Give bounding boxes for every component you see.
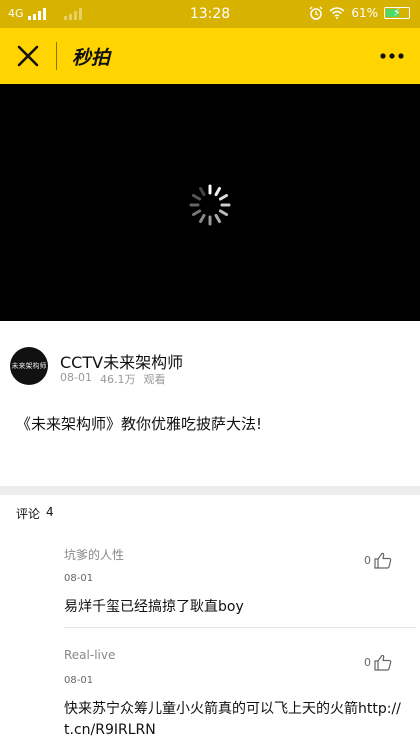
like-count: 0	[364, 554, 371, 567]
video-player[interactable]	[0, 84, 420, 321]
publish-date: 08-01	[60, 371, 92, 384]
more-icon[interactable]	[378, 46, 406, 66]
comment-date: 08-01	[64, 573, 94, 584]
view-count-label: 观看	[143, 373, 166, 386]
close-icon[interactable]	[14, 42, 42, 70]
channel-name[interactable]: CCTV未来架构师	[60, 349, 183, 373]
comment-user[interactable]: Real-live	[64, 648, 115, 662]
charging-bolt-icon: ⚡	[393, 6, 401, 19]
avatar[interactable]: 未来架构师	[10, 347, 48, 385]
comment-user[interactable]: 坑爹的人性	[64, 546, 124, 563]
like-button[interactable]: 0	[364, 654, 392, 671]
like-button[interactable]: 0	[364, 552, 392, 569]
comment-text: 易烊千玺已经搞掠了耿直boy	[64, 599, 244, 615]
comment-date: 08-01	[64, 675, 94, 686]
app-bar-divider	[56, 42, 57, 70]
avatar-logo-text: 未来架构师	[11, 362, 47, 370]
comment-text: 快来苏宁众筹儿童小火箭真的可以飞上天的火箭http://t.cn/R9IRLRN	[64, 701, 401, 738]
app-bar: 秒拍	[0, 28, 420, 84]
wifi-icon	[329, 7, 345, 19]
battery-icon: ⚡	[384, 6, 410, 19]
alarm-icon	[309, 6, 323, 20]
loading-spinner-icon	[189, 184, 231, 226]
video-meta: 08-01 46.1万 观看	[60, 371, 165, 387]
comments-count: 4	[46, 505, 54, 519]
video-info: 未来架构师 CCTV未来架构师 08-01 46.1万 观看 《未来架构师》教你…	[0, 321, 420, 486]
status-icons: 61% ⚡	[309, 6, 410, 20]
status-bar: 4G 13:28 61% ⚡	[0, 0, 420, 28]
section-separator	[0, 486, 420, 495]
thumbs-up-icon	[374, 654, 392, 671]
view-count: 46.1万	[99, 373, 136, 386]
comments-label: 评论	[16, 507, 41, 521]
comment-divider	[64, 627, 416, 628]
video-title: 《未来架构师》教你优雅吃披萨大法!	[16, 415, 263, 433]
battery-percent: 61%	[351, 6, 378, 20]
thumbs-up-icon	[374, 552, 392, 569]
app-title: 秒拍	[72, 47, 111, 69]
comments-header: 评论 4	[16, 505, 54, 522]
like-count: 0	[364, 656, 371, 669]
